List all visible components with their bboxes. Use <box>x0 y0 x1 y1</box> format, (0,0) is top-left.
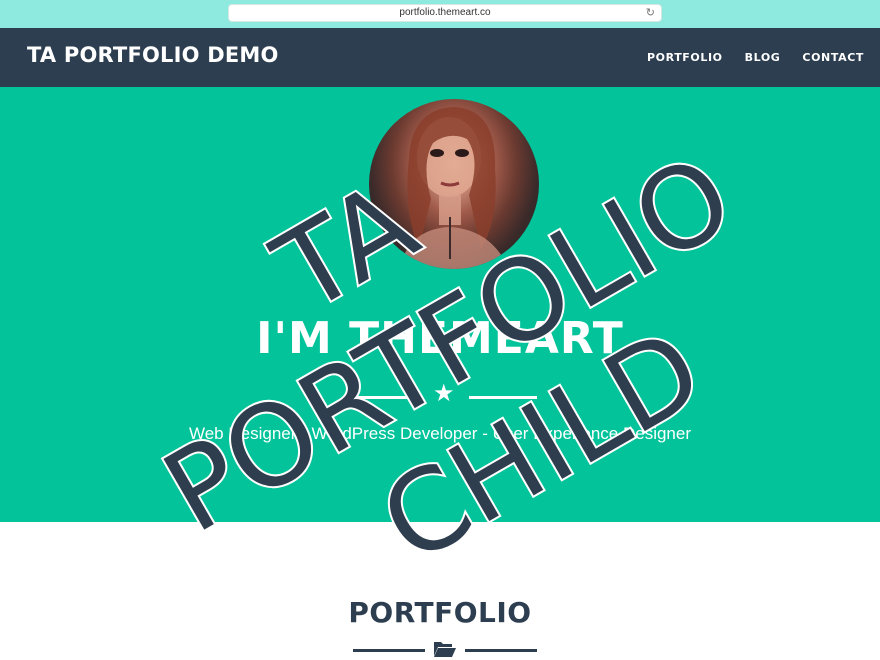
nav-link-blog[interactable]: BLOG <box>745 51 781 64</box>
hero-subtitle: Web Designer - WordPress Developer - Use… <box>188 424 691 443</box>
nav-links: PORTFOLIO BLOG CONTACT <box>647 51 864 64</box>
divider-line-right <box>469 396 537 399</box>
url-field[interactable]: portfolio.themeart.co ↻ <box>228 4 662 22</box>
url-text: portfolio.themeart.co <box>399 7 491 18</box>
folder-open-icon <box>434 642 456 657</box>
star-icon: ★ <box>433 379 455 407</box>
hero-section: I'M THEMEART ★ Web Designer - WordPress … <box>0 87 880 522</box>
avatar-portrait <box>399 107 509 269</box>
hero-title: I'M THEMEART <box>256 313 624 364</box>
profile-avatar <box>369 99 539 269</box>
divider-line-left <box>353 649 425 652</box>
nav-link-portfolio[interactable]: PORTFOLIO <box>647 51 723 64</box>
portfolio-section-title: PORTFOLIO <box>348 596 532 629</box>
site-brand[interactable]: TA PORTFOLIO DEMO <box>27 43 279 67</box>
folder-divider <box>353 640 537 660</box>
reload-icon[interactable]: ↻ <box>646 6 655 19</box>
star-divider: ★ <box>355 381 537 407</box>
divider-line-left <box>355 396 423 399</box>
browser-address-bar: portfolio.themeart.co ↻ <box>0 0 880 28</box>
divider-line-right <box>465 649 537 652</box>
nav-link-contact[interactable]: CONTACT <box>802 51 864 64</box>
site-navbar: TA PORTFOLIO DEMO PORTFOLIO BLOG CONTACT <box>0 28 880 87</box>
